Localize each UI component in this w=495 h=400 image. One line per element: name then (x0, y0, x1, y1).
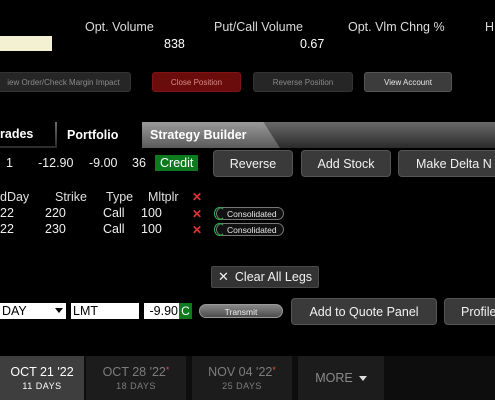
opt-vlm-chng-label: Opt. Vlm Chng % (348, 20, 445, 34)
profile-button[interactable]: Profile (444, 298, 495, 325)
tab-trades[interactable]: rades (0, 122, 55, 146)
quantity-value: 1 (6, 156, 13, 170)
tab-portfolio[interactable]: Portfolio (57, 122, 142, 148)
add-to-quote-panel-button[interactable]: Add to Quote Panel (291, 298, 437, 325)
remove-all-x-icon[interactable]: ✕ (192, 190, 202, 204)
caret-down-icon (358, 375, 367, 381)
clear-all-legs-label: Clear All Legs (234, 270, 313, 284)
leg-1-routing-label: Consolidated (227, 208, 277, 219)
c-badge: C (179, 303, 192, 319)
opt-volume-label: Opt. Volume (85, 20, 154, 34)
make-delta-neutral-button[interactable]: Make Delta N (398, 150, 495, 177)
remove-leg-2-icon[interactable]: ✕ (192, 223, 202, 237)
add-stock-button[interactable]: Add Stock (301, 150, 391, 177)
remove-leg-1-icon[interactable]: ✕ (192, 207, 202, 221)
transmit-button[interactable]: Transmit (199, 304, 283, 318)
clear-all-legs-button[interactable]: ✕ Clear All Legs (211, 266, 319, 288)
order-type-field[interactable]: LMT (71, 303, 139, 319)
tab-strategy-builder-label: Strategy Builder (150, 128, 247, 142)
limit-price-input[interactable]: -9.90 (144, 303, 179, 319)
tab-portfolio-label: Portfolio (67, 128, 119, 142)
expiry-days: 11 DAYS (22, 381, 62, 391)
reverse-button[interactable]: Reverse (213, 150, 293, 177)
dropdown-arrow-icon (55, 308, 63, 313)
col-header-type: Type (106, 190, 134, 204)
mid-value: -9.00 (89, 156, 118, 170)
routing-swirl-icon (214, 223, 225, 236)
dividend-marker: * (272, 365, 276, 375)
tab-strategy-builder[interactable]: Strategy Builder (142, 122, 280, 148)
leg-2-day: 22 (0, 222, 14, 236)
col-header-strike: Strike (55, 190, 87, 204)
expiry-days: 18 DAYS (116, 381, 156, 391)
view-account-button[interactable]: View Account (364, 72, 452, 92)
col-header-day: dDay (0, 190, 30, 204)
put-call-volume-value: 0.67 (300, 37, 325, 51)
leg-2-routing-label: Consolidated (227, 224, 277, 235)
more-expiries-dropdown[interactable]: MORE (298, 356, 384, 400)
expiry-tab-oct-28[interactable]: OCT 28 '22* 18 DAYS (86, 356, 186, 400)
preview-order-button[interactable]: iew Order/Check Margin Impact (0, 72, 131, 92)
routing-swirl-icon (214, 207, 225, 220)
expiry-tab-oct-21[interactable]: OCT 21 '22 11 DAYS (0, 356, 84, 400)
col-header-multiplier: Mltplr (148, 190, 179, 204)
leg-1-day: 22 (0, 206, 14, 220)
leg-1-routing-selector[interactable]: Consolidated (214, 207, 284, 220)
credit-badge: Credit (155, 155, 199, 171)
count-value: 36 (132, 156, 146, 170)
dividend-marker: * (165, 365, 170, 375)
profile-label: Profile (461, 304, 495, 319)
expiry-date: OCT 28 '22* (102, 365, 170, 379)
time-in-force-select[interactable]: DAY (0, 303, 66, 319)
reverse-position-button[interactable]: Reverse Position (253, 72, 353, 92)
clear-x-icon: ✕ (217, 269, 229, 284)
symbol-input-field[interactable] (0, 36, 52, 51)
truncated-stat-label: H (485, 20, 495, 34)
expiry-date: OCT 21 '22 (10, 365, 74, 379)
close-position-button[interactable]: Close Position (152, 72, 241, 92)
opt-volume-value: 838 (164, 37, 185, 51)
leg-1-multiplier: 100 (141, 206, 162, 220)
tab-trades-label: rades (0, 127, 34, 141)
time-in-force-value: DAY (2, 304, 27, 318)
leg-2-strike: 230 (45, 222, 66, 236)
leg-2-routing-selector[interactable]: Consolidated (214, 223, 284, 236)
expiry-tab-nov-04[interactable]: NOV 04 '22* 25 DAYS (192, 356, 292, 400)
leg-1-strike: 220 (45, 206, 66, 220)
make-delta-neutral-label: Make Delta N (416, 156, 492, 171)
more-label: MORE (315, 371, 353, 385)
expiry-days: 25 DAYS (222, 381, 262, 391)
leg-2-multiplier: 100 (141, 222, 162, 236)
expiry-date: NOV 04 '22* (208, 365, 276, 379)
leg-2-type: Call (103, 222, 125, 236)
price-value: -12.90 (38, 156, 74, 170)
leg-1-type: Call (103, 206, 125, 220)
put-call-volume-label: Put/Call Volume (214, 20, 303, 34)
